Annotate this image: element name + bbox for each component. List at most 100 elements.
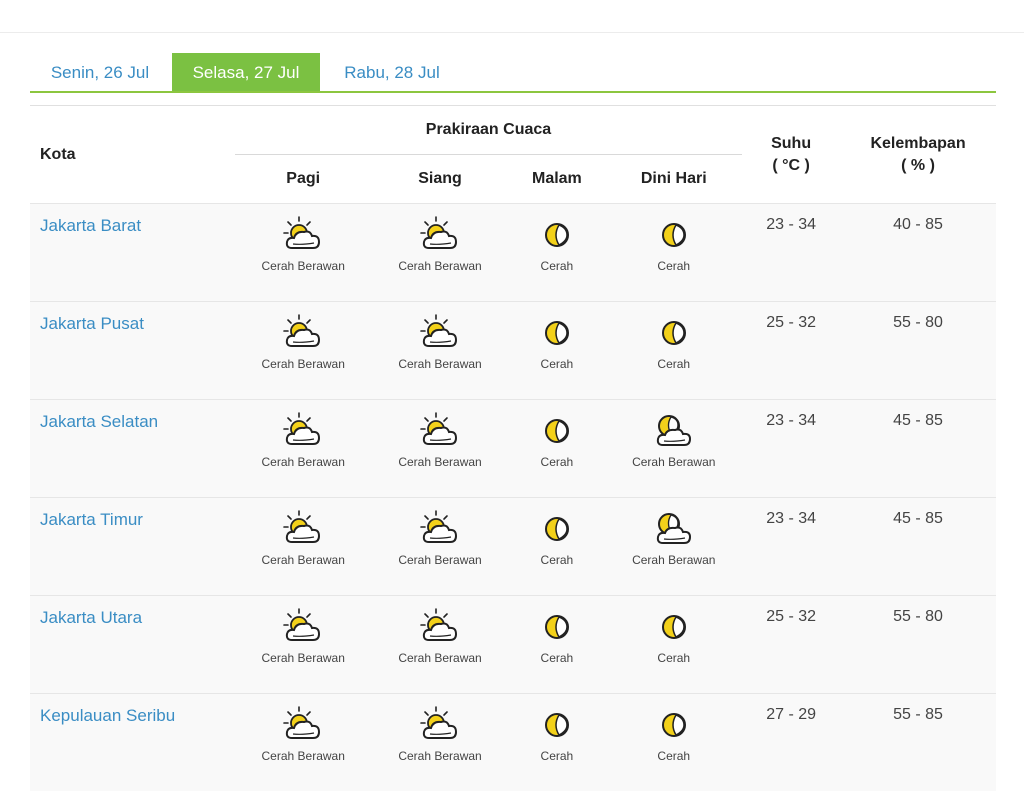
- forecast-label: Cerah: [606, 259, 741, 273]
- kelembapan-value: 40 - 85: [840, 204, 996, 302]
- forecast-malam: Cerah: [508, 204, 605, 302]
- forecast-siang: Cerah Berawan: [372, 498, 509, 596]
- city-link[interactable]: Jakarta Barat: [30, 204, 235, 302]
- moon-icon: [509, 606, 604, 648]
- forecast-malam: Cerah: [508, 596, 605, 694]
- city-link[interactable]: Kepulauan Seribu: [30, 694, 235, 791]
- partly-cloudy-day-icon: [236, 214, 371, 256]
- forecast-label: Cerah Berawan: [373, 259, 508, 273]
- partly-cloudy-day-icon: [373, 312, 508, 354]
- city-link[interactable]: Jakarta Timur: [30, 498, 235, 596]
- forecast-label: Cerah Berawan: [373, 455, 508, 469]
- forecast-label: Cerah: [509, 259, 604, 273]
- kelembapan-value: 45 - 85: [840, 400, 996, 498]
- header-prakiraan-cuaca: Prakiraan Cuaca: [235, 106, 742, 155]
- forecast-pagi: Cerah Berawan: [235, 302, 372, 400]
- kelembapan-value: 45 - 85: [840, 498, 996, 596]
- city-link[interactable]: Jakarta Utara: [30, 596, 235, 694]
- moon-icon: [509, 704, 604, 746]
- suhu-value: 25 - 32: [742, 596, 840, 694]
- top-bar: [0, 0, 1024, 33]
- forecast-label: Cerah: [509, 651, 604, 665]
- forecast-label: Cerah Berawan: [236, 749, 371, 763]
- date-tabs: Senin, 26 Jul Selasa, 27 Jul Rabu, 28 Ju…: [30, 53, 996, 93]
- table-row: Jakarta PusatCerah BerawanCerah BerawanC…: [30, 302, 996, 400]
- forecast-label: Cerah: [509, 357, 604, 371]
- header-suhu-unit: ( °C ): [772, 157, 810, 174]
- forecast-label: Cerah Berawan: [606, 553, 741, 567]
- forecast-dini: Cerah: [605, 204, 742, 302]
- moon-icon: [509, 508, 604, 550]
- partly-cloudy-day-icon: [236, 312, 371, 354]
- suhu-value: 23 - 34: [742, 400, 840, 498]
- moon-icon: [509, 312, 604, 354]
- forecast-label: Cerah Berawan: [236, 357, 371, 371]
- forecast-label: Cerah Berawan: [236, 651, 371, 665]
- partly-cloudy-day-icon: [236, 410, 371, 452]
- table-row: Jakarta BaratCerah BerawanCerah BerawanC…: [30, 204, 996, 302]
- suhu-value: 23 - 34: [742, 498, 840, 596]
- header-siang: Siang: [372, 155, 509, 204]
- forecast-dini: Cerah: [605, 596, 742, 694]
- forecast-dini: Cerah: [605, 694, 742, 791]
- forecast-malam: Cerah: [508, 302, 605, 400]
- forecast-pagi: Cerah Berawan: [235, 498, 372, 596]
- forecast-label: Cerah Berawan: [236, 553, 371, 567]
- tab-selasa[interactable]: Selasa, 27 Jul: [172, 53, 320, 91]
- forecast-siang: Cerah Berawan: [372, 694, 509, 791]
- city-link[interactable]: Jakarta Selatan: [30, 400, 235, 498]
- header-suhu: Suhu ( °C ): [742, 106, 840, 204]
- header-dini-hari: Dini Hari: [605, 155, 742, 204]
- suhu-value: 27 - 29: [742, 694, 840, 791]
- header-malam: Malam: [508, 155, 605, 204]
- city-link[interactable]: Jakarta Pusat: [30, 302, 235, 400]
- partly-cloudy-day-icon: [373, 410, 508, 452]
- forecast-malam: Cerah: [508, 400, 605, 498]
- forecast-malam: Cerah: [508, 694, 605, 791]
- forecast-label: Cerah Berawan: [373, 651, 508, 665]
- table-row: Jakarta UtaraCerah BerawanCerah BerawanC…: [30, 596, 996, 694]
- forecast-label: Cerah: [509, 455, 604, 469]
- partly-cloudy-day-icon: [373, 214, 508, 256]
- tab-rabu[interactable]: Rabu, 28 Jul: [322, 53, 462, 91]
- moon-icon: [606, 312, 741, 354]
- forecast-label: Cerah: [606, 651, 741, 665]
- suhu-value: 25 - 32: [742, 302, 840, 400]
- forecast-label: Cerah Berawan: [236, 259, 371, 273]
- partly-cloudy-day-icon: [373, 508, 508, 550]
- forecast-label: Cerah: [509, 553, 604, 567]
- table-row: Kepulauan SeribuCerah BerawanCerah Beraw…: [30, 694, 996, 791]
- kelembapan-value: 55 - 85: [840, 694, 996, 791]
- moon-icon: [606, 704, 741, 746]
- partly-cloudy-day-icon: [236, 508, 371, 550]
- forecast-label: Cerah: [509, 749, 604, 763]
- forecast-label: Cerah Berawan: [373, 749, 508, 763]
- moon-icon: [606, 606, 741, 648]
- partly-cloudy-night-icon: [606, 508, 741, 550]
- moon-icon: [509, 410, 604, 452]
- forecast-dini: Cerah Berawan: [605, 498, 742, 596]
- forecast-malam: Cerah: [508, 498, 605, 596]
- header-kelembapan-unit: ( % ): [901, 157, 935, 174]
- partly-cloudy-day-icon: [373, 606, 508, 648]
- header-kelembapan: Kelembapan ( % ): [840, 106, 996, 204]
- forecast-table: Kota Prakiraan Cuaca Suhu ( °C ) Kelemba…: [30, 105, 996, 791]
- partly-cloudy-night-icon: [606, 410, 741, 452]
- forecast-pagi: Cerah Berawan: [235, 694, 372, 791]
- kelembapan-value: 55 - 80: [840, 596, 996, 694]
- forecast-dini: Cerah: [605, 302, 742, 400]
- tab-senin[interactable]: Senin, 26 Jul: [30, 53, 170, 91]
- forecast-siang: Cerah Berawan: [372, 302, 509, 400]
- forecast-siang: Cerah Berawan: [372, 400, 509, 498]
- header-pagi: Pagi: [235, 155, 372, 204]
- forecast-label: Cerah: [606, 749, 741, 763]
- moon-icon: [606, 214, 741, 256]
- forecast-pagi: Cerah Berawan: [235, 204, 372, 302]
- kelembapan-value: 55 - 80: [840, 302, 996, 400]
- forecast-siang: Cerah Berawan: [372, 204, 509, 302]
- partly-cloudy-day-icon: [236, 704, 371, 746]
- forecast-siang: Cerah Berawan: [372, 596, 509, 694]
- table-row: Jakarta TimurCerah BerawanCerah BerawanC…: [30, 498, 996, 596]
- header-kelembapan-label: Kelembapan: [870, 135, 965, 152]
- forecast-pagi: Cerah Berawan: [235, 596, 372, 694]
